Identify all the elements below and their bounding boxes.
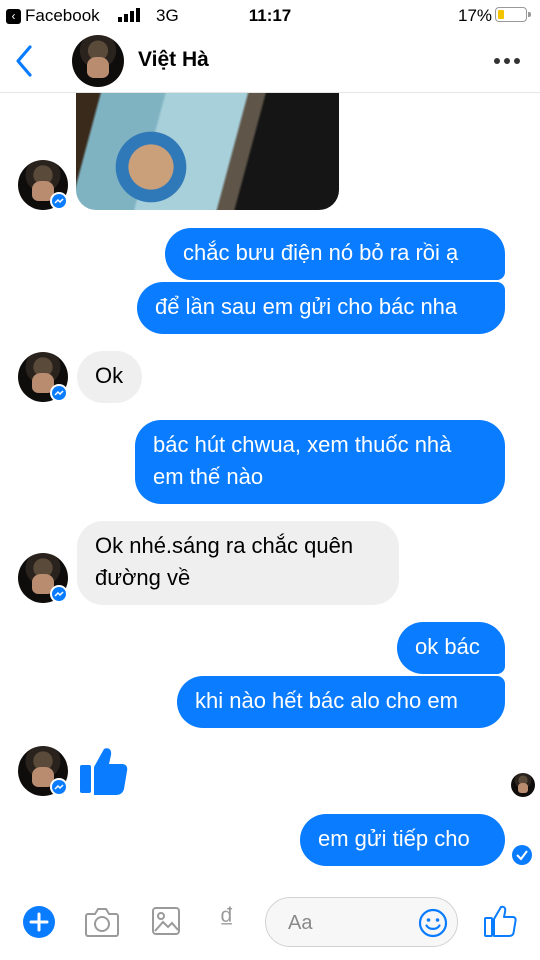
message-bubble[interactable]: chắc bưu điện nó bỏ ra rồi ạ — [165, 228, 505, 280]
chat-header: Việt Hà — [0, 30, 540, 93]
delivered-check-icon — [512, 845, 532, 865]
message-bubble[interactable]: Ok nhé.sáng ra chắc quên đường về — [77, 521, 399, 605]
message-bubble[interactable]: khi nào hết bác alo cho em — [177, 676, 505, 728]
message-bubble[interactable]: bác hút chwua, xem thuốc nhà em thế nào — [135, 420, 505, 504]
seen-receipt-avatar — [511, 773, 535, 797]
sender-avatar — [18, 160, 68, 210]
gallery-icon[interactable] — [151, 906, 181, 936]
like-sticker-icon[interactable] — [78, 745, 128, 797]
messenger-badge-icon — [50, 778, 68, 796]
message-bubble[interactable]: Ok — [77, 351, 142, 403]
messenger-badge-icon — [50, 585, 68, 603]
chevron-left-icon[interactable] — [10, 43, 40, 79]
contact-avatar[interactable] — [72, 35, 124, 87]
sender-avatar — [18, 553, 68, 603]
contact-name[interactable]: Việt Hà — [138, 48, 209, 72]
battery-icon — [495, 7, 531, 22]
emoji-icon[interactable] — [418, 908, 448, 938]
plus-icon[interactable] — [22, 905, 56, 939]
status-bar: ‹ Facebook 3G 11:17 17% — [0, 0, 540, 30]
payment-dong-icon[interactable]: ₫ — [219, 902, 234, 936]
photo-message[interactable] — [76, 92, 339, 210]
messenger-badge-icon — [50, 384, 68, 402]
camera-icon[interactable] — [84, 906, 120, 938]
messenger-badge-icon — [50, 192, 68, 210]
message-bubble[interactable]: em gửi tiếp cho — [300, 814, 505, 866]
sender-avatar — [18, 352, 68, 402]
message-bubble[interactable]: ok bác — [397, 622, 505, 674]
message-input-box[interactable] — [265, 897, 458, 947]
more-dots-icon[interactable] — [492, 51, 522, 71]
battery-percent: 17% — [458, 6, 493, 25]
like-icon[interactable] — [483, 904, 517, 938]
sender-avatar — [18, 746, 68, 796]
message-bubble[interactable]: để lần sau em gửi cho bác nha — [137, 282, 505, 334]
message-input[interactable] — [286, 908, 410, 938]
